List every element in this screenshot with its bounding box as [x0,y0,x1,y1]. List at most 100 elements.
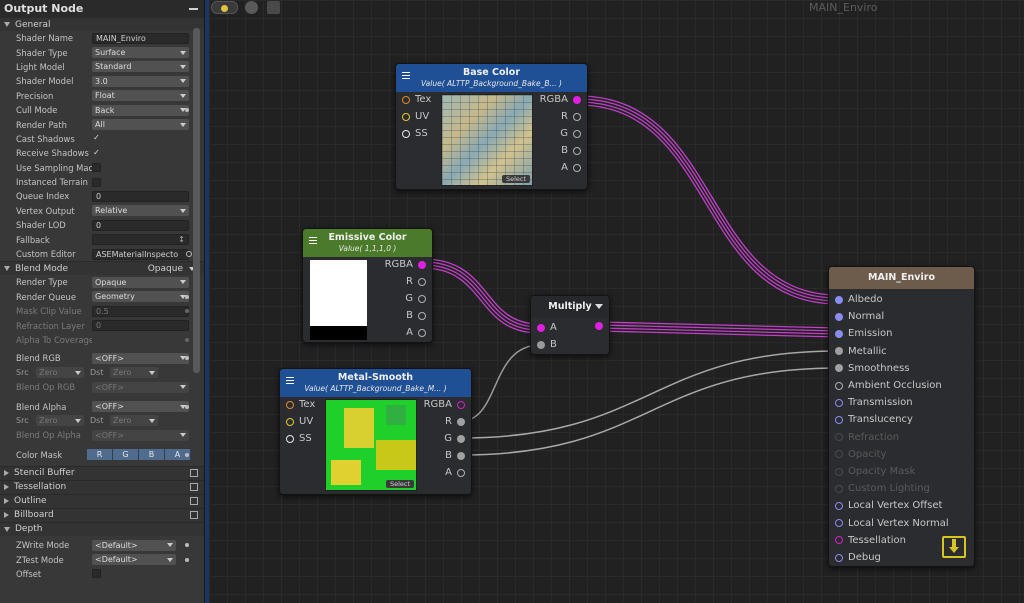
options-icon[interactable] [267,1,280,14]
node-metal-smooth[interactable]: Metal-Smooth Value( ALTTP_Background_Bak… [279,368,472,495]
port-a-out[interactable]: A [561,162,581,173]
port-a-in[interactable]: A [537,322,557,333]
light-model-dropdown[interactable]: Standard [92,61,189,73]
blend-alpha-dropdown[interactable]: <OFF> [92,401,189,413]
section-toggle-icon[interactable] [190,483,198,492]
main-input-port[interactable]: Custom Lighting [835,483,930,494]
port-out[interactable] [590,322,603,330]
fallback-input[interactable]: ↕ [92,234,189,246]
port-r-out[interactable]: R [406,276,426,287]
port-tex[interactable]: Tex [402,94,431,105]
section-outline[interactable]: Outline [0,493,204,508]
section-depth[interactable]: Depth [0,521,204,536]
main-input-port[interactable]: Local Vertex Normal [835,518,949,529]
main-input-port[interactable]: Translucency [835,414,913,425]
node-multiply[interactable]: Multiply A B [530,295,610,355]
node-header[interactable]: Base Color Value( ALTTP_Background_Bake_… [396,64,587,92]
section-blend-mode[interactable]: Blend Mode Opaque [0,261,204,276]
port-a-out[interactable]: A [406,327,426,338]
port-g-out[interactable]: G [405,293,426,304]
shader-model-dropdown[interactable]: 3.0 [92,75,189,87]
port-b-out[interactable]: B [406,310,426,321]
minimize-icon[interactable] [189,7,198,10]
live-mode-icon[interactable] [211,1,238,14]
node-menu-icon[interactable] [286,377,294,384]
cull-mode-dropdown[interactable]: Back [92,104,189,116]
port-g-out[interactable]: G [444,433,465,444]
panel-scrollbar[interactable] [193,28,200,373]
shader-name-input[interactable]: MAIN_Enviro [92,32,189,44]
shader-lod-input[interactable]: 0 [92,219,189,231]
src-rgb-dropdown[interactable]: Zero [36,367,84,379]
precision-dropdown[interactable]: Float [92,90,189,102]
src-alpha-dropdown[interactable]: Zero [36,415,84,427]
base-color-texture-preview[interactable]: Select [441,94,533,186]
blend-op-alpha-dropdown[interactable]: <OFF> [92,429,189,441]
blend-op-rgb-dropdown[interactable]: <OFF> [92,381,189,393]
texture-select-button[interactable]: Select [501,175,530,183]
section-toggle-icon[interactable] [190,469,198,478]
port-r-out[interactable]: R [445,416,465,427]
main-input-port[interactable]: Debug [835,552,881,563]
offset-checkbox[interactable] [92,569,101,579]
main-input-port[interactable]: Opacity [835,449,886,460]
property-dot-icon[interactable] [185,404,189,409]
color-mask-b-button[interactable]: B [139,449,165,461]
blend-mode-value[interactable]: Opaque [148,264,183,274]
port-a-out[interactable]: A [445,467,465,478]
port-uv[interactable]: UV [402,111,429,122]
section-toggle-icon[interactable] [190,497,198,506]
refraction-layer-input[interactable]: 0 [92,320,189,332]
texture-select-button[interactable]: Select [385,480,414,488]
main-input-port[interactable]: Local Vertex Offset [835,500,942,511]
property-dot-icon[interactable] [185,452,189,457]
port-tex[interactable]: Tex [286,399,315,410]
emissive-color-swatch[interactable] [310,260,367,340]
property-dot-icon[interactable] [185,294,189,299]
render-queue-dropdown[interactable]: Geometry [92,291,189,303]
section-general[interactable]: General [0,17,204,31]
node-header[interactable]: MAIN_Enviro [829,267,974,289]
main-input-port[interactable]: Metallic [835,346,887,357]
port-r-out[interactable]: R [561,111,581,122]
property-dot-icon[interactable] [185,543,189,548]
main-input-port[interactable]: Tessellation [835,535,906,546]
property-dot-icon[interactable] [185,557,189,562]
node-header[interactable]: Multiply [531,296,609,318]
stepper-icon[interactable]: ↕ [178,235,185,244]
render-type-dropdown[interactable]: Opaque [92,276,189,288]
port-uv[interactable]: UV [286,416,313,427]
color-mask-g-button[interactable]: G [113,449,139,461]
use-sampling-checkbox[interactable] [92,163,101,173]
color-mask-r-button[interactable]: R [87,449,113,461]
main-input-port[interactable]: Emission [835,328,893,339]
property-dot-icon[interactable] [185,338,189,342]
port-rgba-out[interactable]: RGBA [385,259,426,270]
port-rgba-out[interactable]: RGBA [424,399,465,410]
dst-alpha-dropdown[interactable]: Zero [110,415,158,427]
metal-smooth-texture-preview[interactable]: Select [325,399,417,491]
custom-editor-input[interactable]: ASEMaterialInspecto [92,248,189,260]
port-ss[interactable]: SS [402,128,428,139]
section-toggle-icon[interactable] [190,511,198,520]
clean-icon[interactable] [245,1,258,14]
cast-shadows-checkbox[interactable]: ✓ [92,134,101,143]
node-menu-icon[interactable] [309,237,317,244]
port-b-in[interactable]: B [537,339,557,350]
shader-type-dropdown[interactable]: Surface [92,47,189,59]
port-rgba-out[interactable]: RGBA [540,94,581,105]
node-header[interactable]: Metal-Smooth Value( ALTTP_Background_Bak… [280,369,471,397]
main-input-port[interactable]: Transmission [835,397,913,408]
main-input-port[interactable]: Albedo [835,294,883,305]
queue-index-input[interactable]: 0 [92,190,189,202]
render-path-dropdown[interactable]: All [92,119,189,131]
node-menu-icon[interactable] [402,72,410,79]
main-input-port[interactable]: Ambient Occlusion [835,380,942,391]
node-dropdown-icon[interactable] [595,304,603,309]
port-b-out[interactable]: B [561,145,581,156]
node-emissive-color[interactable]: Emissive Color Value( 1,1,1,0 ) RGBA R G… [302,228,433,343]
main-input-port[interactable]: Opacity Mask [835,466,915,477]
vertex-output-dropdown[interactable]: Relative [92,205,189,217]
dst-rgb-dropdown[interactable]: Zero [110,367,158,379]
ztest-dropdown[interactable]: <Default> [92,554,176,566]
